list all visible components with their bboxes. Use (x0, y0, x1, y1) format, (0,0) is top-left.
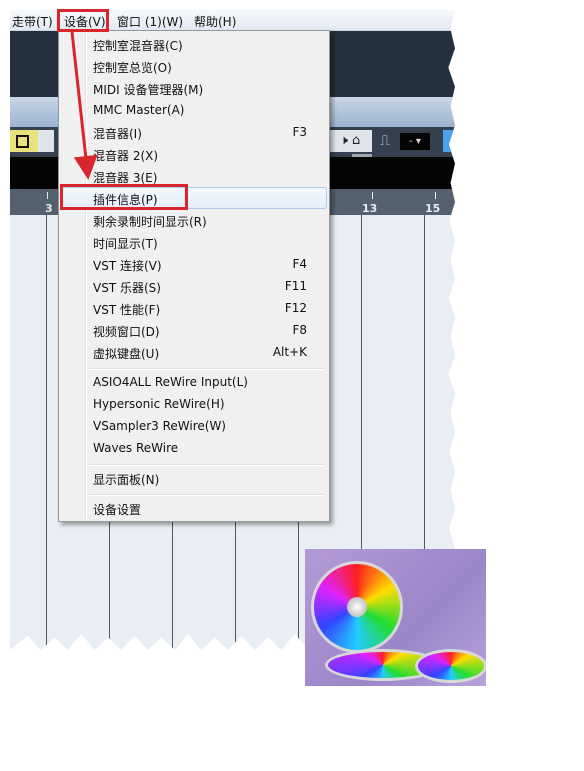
menu-item-waves-rewire[interactable]: Waves ReWire (61, 437, 327, 459)
menu-separator (89, 464, 325, 466)
cd-disc-icon (415, 649, 486, 683)
highlight-box-devices-menu (57, 9, 109, 32)
menu-item-control-room-mixer[interactable]: 控制室混音器(C) (61, 33, 327, 55)
ruler-tick (435, 192, 436, 199)
menu-item-vst-connections[interactable]: VST 连接(V) F4 (61, 253, 327, 275)
snap-step-icon[interactable]: ⎍ (380, 133, 390, 149)
dropdown-value: - (409, 136, 413, 147)
menu-item-vsampler3-rewire[interactable]: VSampler3 ReWire(W) (61, 415, 327, 437)
ruler-label: 15 (425, 202, 441, 215)
menu-item-mixer-2[interactable]: 混音器 2(X) (61, 143, 327, 165)
toolbar-button[interactable] (38, 130, 54, 152)
menu-item-mmc-master[interactable]: MMC Master(A) (61, 99, 327, 121)
menu-item-vst-performance[interactable]: VST 性能(F) F12 (61, 297, 327, 319)
menu-item-hypersonic-rewire[interactable]: Hypersonic ReWire(H) (61, 393, 327, 415)
menu-item-time-display[interactable]: 时间显示(T) (61, 231, 327, 253)
menu-item-asio4all-rewire[interactable]: ASIO4ALL ReWire Input(L) (61, 371, 327, 393)
menu-help[interactable]: 帮助(H) (194, 13, 236, 30)
menu-transport[interactable]: 走带(T) (12, 13, 53, 30)
ruler-label: 3 (45, 202, 53, 215)
menu-separator (89, 494, 325, 496)
menu-item-virtual-keyboard[interactable]: 虚拟键盘(U) Alt+K (61, 341, 327, 363)
menu-item-midi-device-manager[interactable]: MIDI 设备管理器(M) (61, 77, 327, 99)
menu-item-remaining-record-time[interactable]: 剩余录制时间显示(R) (61, 209, 327, 231)
shortcut: Alt+K (272, 345, 307, 359)
menu-window[interactable]: 窗口 (1)(W) (117, 13, 183, 30)
menu-item-show-panel[interactable]: 显示面板(N) (61, 467, 327, 489)
quantize-dropdown[interactable]: - ▾ (400, 133, 430, 150)
grid-line (46, 215, 47, 650)
square-icon (16, 135, 29, 148)
stop-button[interactable] (10, 130, 38, 152)
watermark-image (305, 549, 486, 686)
menu-item-mixer[interactable]: 混音器(I) F3 (61, 121, 327, 143)
cd-hub (347, 597, 367, 617)
menu-separator (89, 368, 325, 370)
devices-dropdown-menu: 控制室混音器(C) 控制室总览(O) MIDI 设备管理器(M) MMC Mas… (58, 30, 330, 522)
shortcut: F4 (292, 257, 307, 271)
menu-item-control-room-overview[interactable]: 控制室总览(O) (61, 55, 327, 77)
ruler-tick (47, 192, 48, 199)
color-tag-icon[interactable]: ⌂ (352, 133, 360, 148)
ruler-tick (372, 192, 373, 199)
speaker-tool-group[interactable]: 🕨 ⌂ (328, 130, 372, 152)
shortcut: F12 (284, 301, 307, 315)
speaker-icon[interactable]: 🕨 (340, 133, 348, 148)
ruler-label: 13 (362, 202, 378, 215)
highlight-box-plugin-info (60, 184, 188, 210)
shortcut: F3 (292, 125, 307, 139)
menu-item-video-window[interactable]: 视频窗口(D) F8 (61, 319, 327, 341)
shortcut: F8 (292, 323, 307, 337)
shortcut: F11 (284, 279, 307, 293)
blue-toolbar-button[interactable] (443, 130, 455, 152)
menu-item-vst-instruments[interactable]: VST 乐器(S) F11 (61, 275, 327, 297)
menu-item-device-setup[interactable]: 设备设置 (61, 497, 327, 519)
